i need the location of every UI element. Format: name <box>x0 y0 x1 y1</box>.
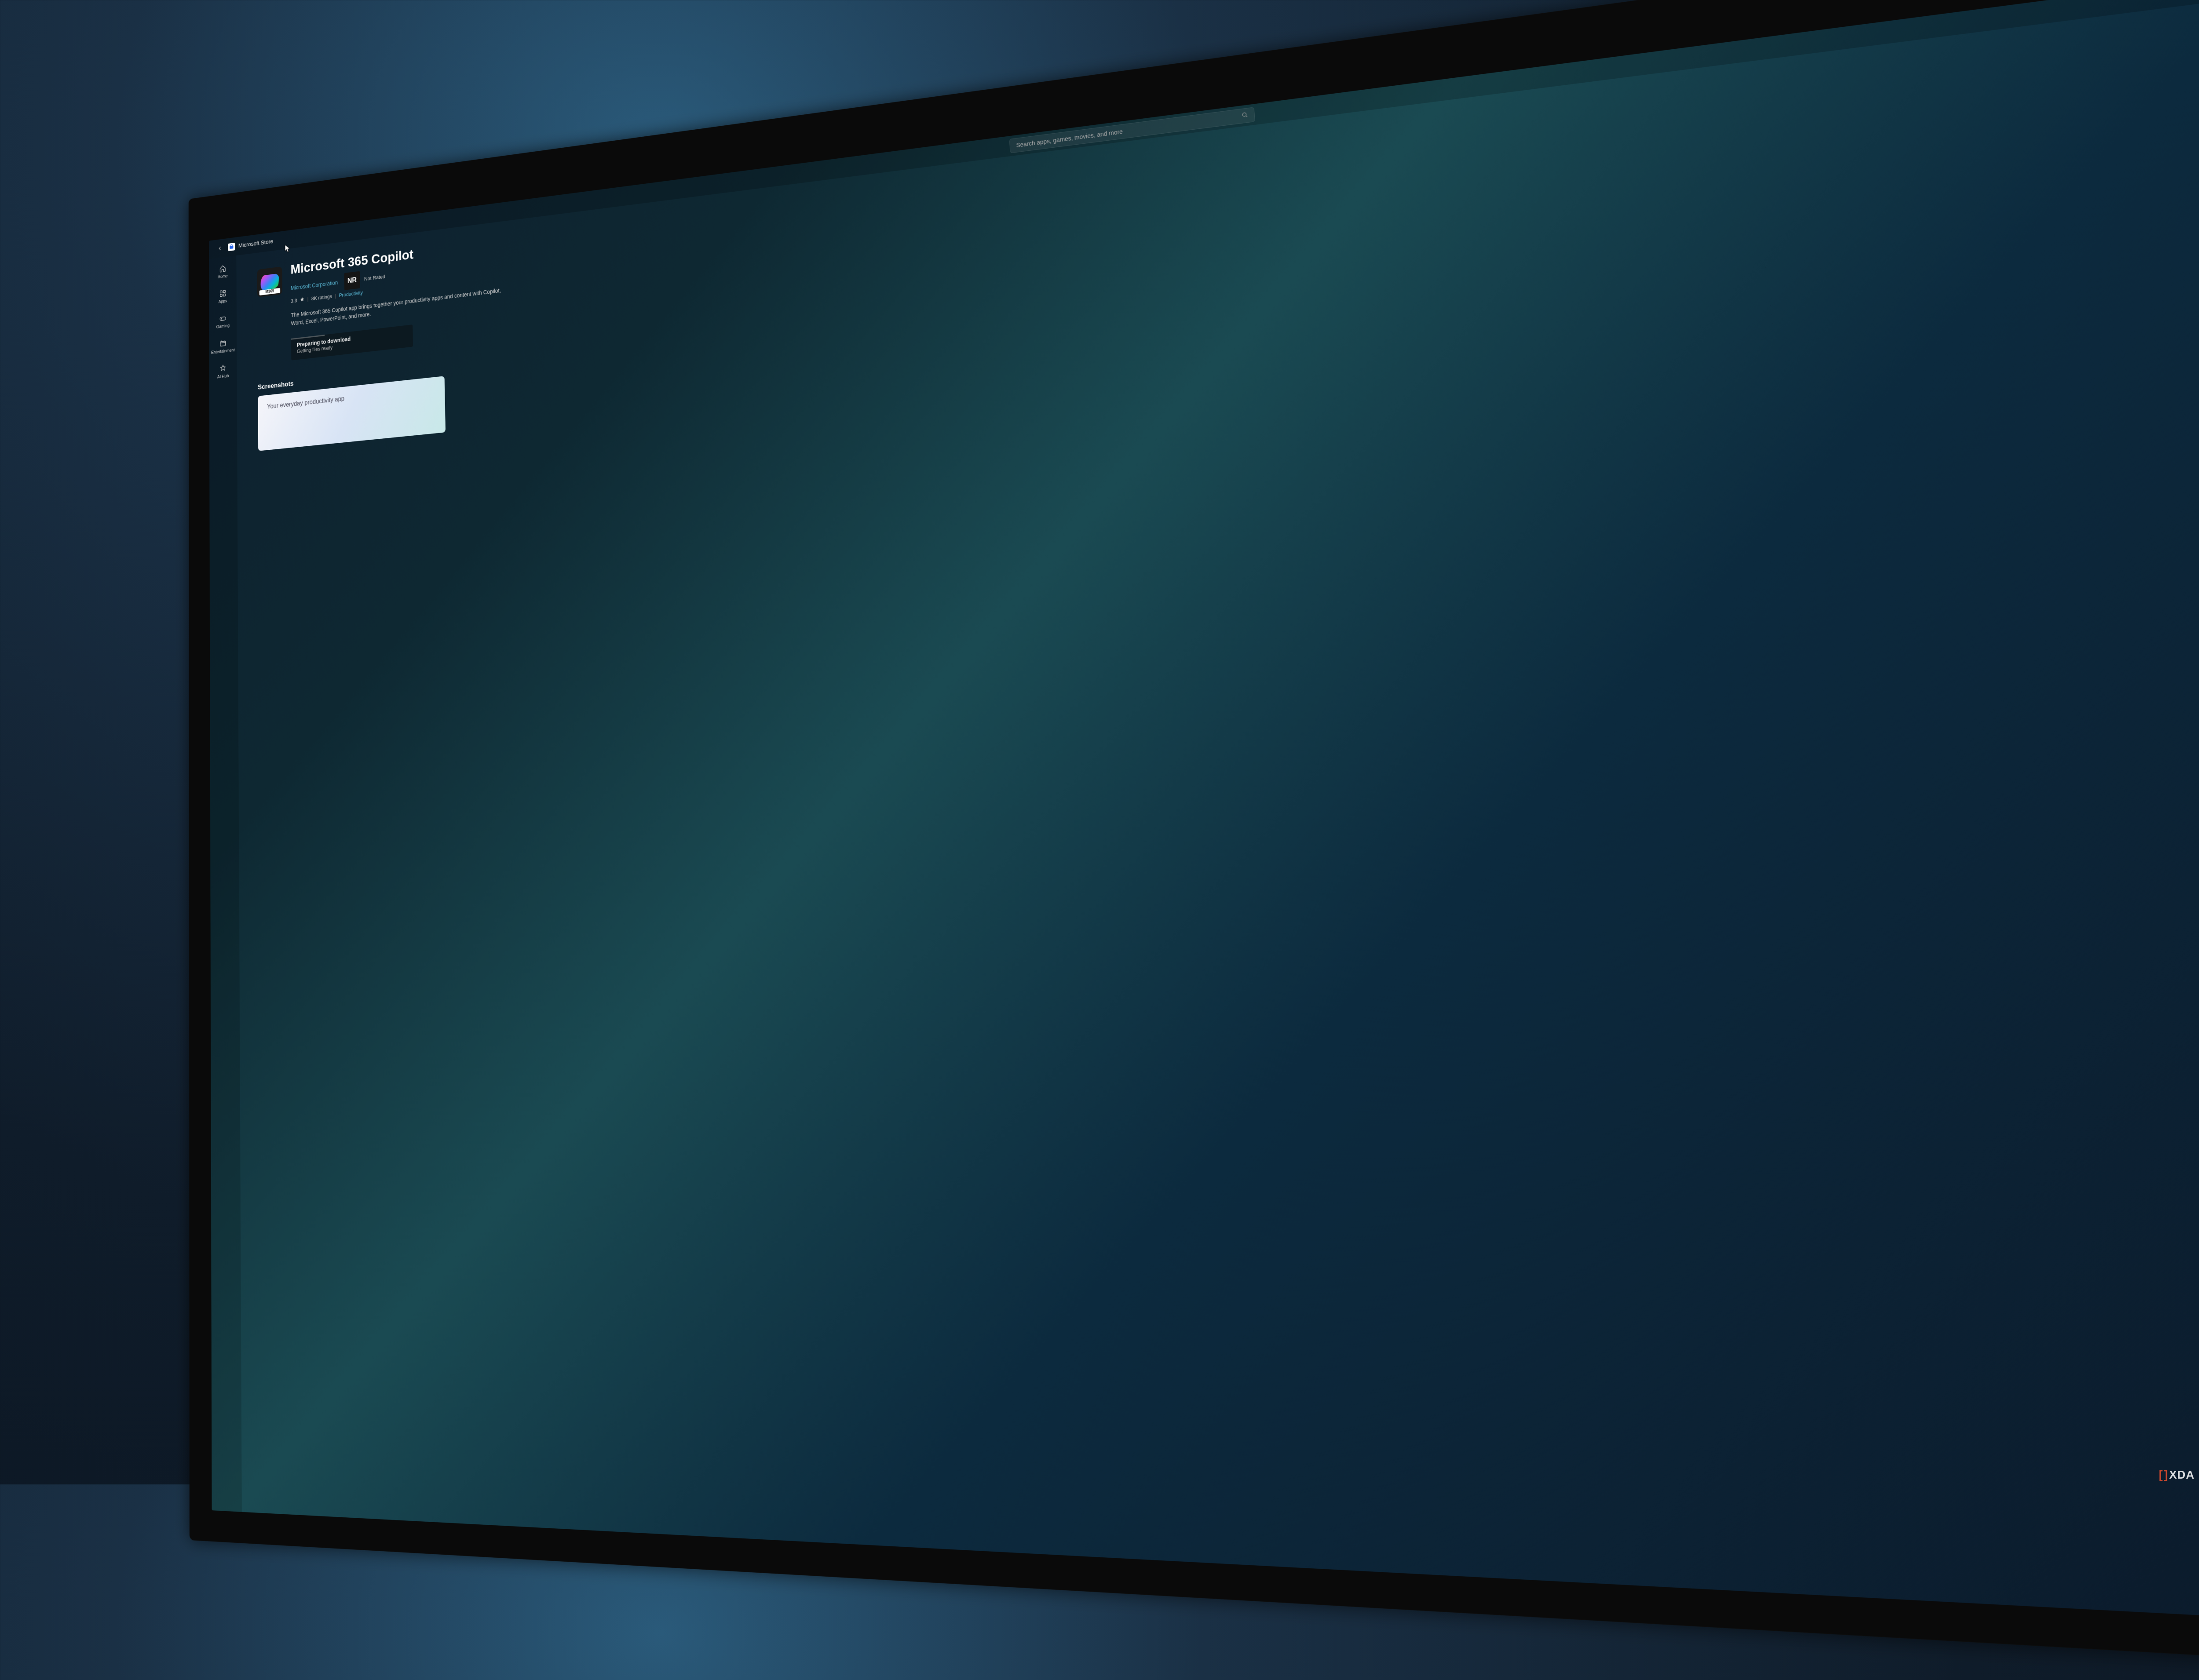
main-content: M365 Microsoft 365 Copilot Microsoft Cor… <box>236 0 2199 1636</box>
star-icon <box>300 296 305 303</box>
copilot-swirl-icon <box>260 273 279 291</box>
screenshot-caption: Your everyday productivity app <box>267 386 435 411</box>
xda-watermark: [] XDA <box>2159 1468 2195 1482</box>
nav-label: Home <box>218 273 228 279</box>
search-icon <box>1242 111 1249 120</box>
category-link[interactable]: Productivity <box>339 290 363 299</box>
nav-ai-hub[interactable]: AI Hub <box>209 362 237 381</box>
nav-label: AI Hub <box>217 373 229 379</box>
publisher-link[interactable]: Microsoft Corporation <box>291 279 338 291</box>
window-title: Microsoft Store <box>238 238 273 249</box>
download-status-panel: Preparing to download Getting files read… <box>291 324 413 361</box>
back-button[interactable] <box>214 241 225 255</box>
nav-apps[interactable]: Apps <box>209 287 237 306</box>
store-app-icon <box>228 243 235 251</box>
nav-label: Apps <box>219 299 227 304</box>
nav-label: Gaming <box>216 323 230 329</box>
nav-home[interactable]: Home <box>209 262 236 281</box>
nav-label: Entertainment <box>211 348 235 355</box>
content-rating-label: Not Rated <box>364 273 385 282</box>
app-logo: M365 <box>257 266 282 297</box>
content-rating-badge: NR <box>344 271 360 290</box>
nav-entertainment[interactable]: Entertainment <box>209 337 237 356</box>
nav-gaming[interactable]: Gaming <box>209 312 237 331</box>
rating-count: 8K ratings <box>311 293 332 302</box>
rating-value: 3.3 <box>291 298 297 304</box>
app-window: Microsoft Store Search apps, games, movi… <box>209 0 2199 1636</box>
